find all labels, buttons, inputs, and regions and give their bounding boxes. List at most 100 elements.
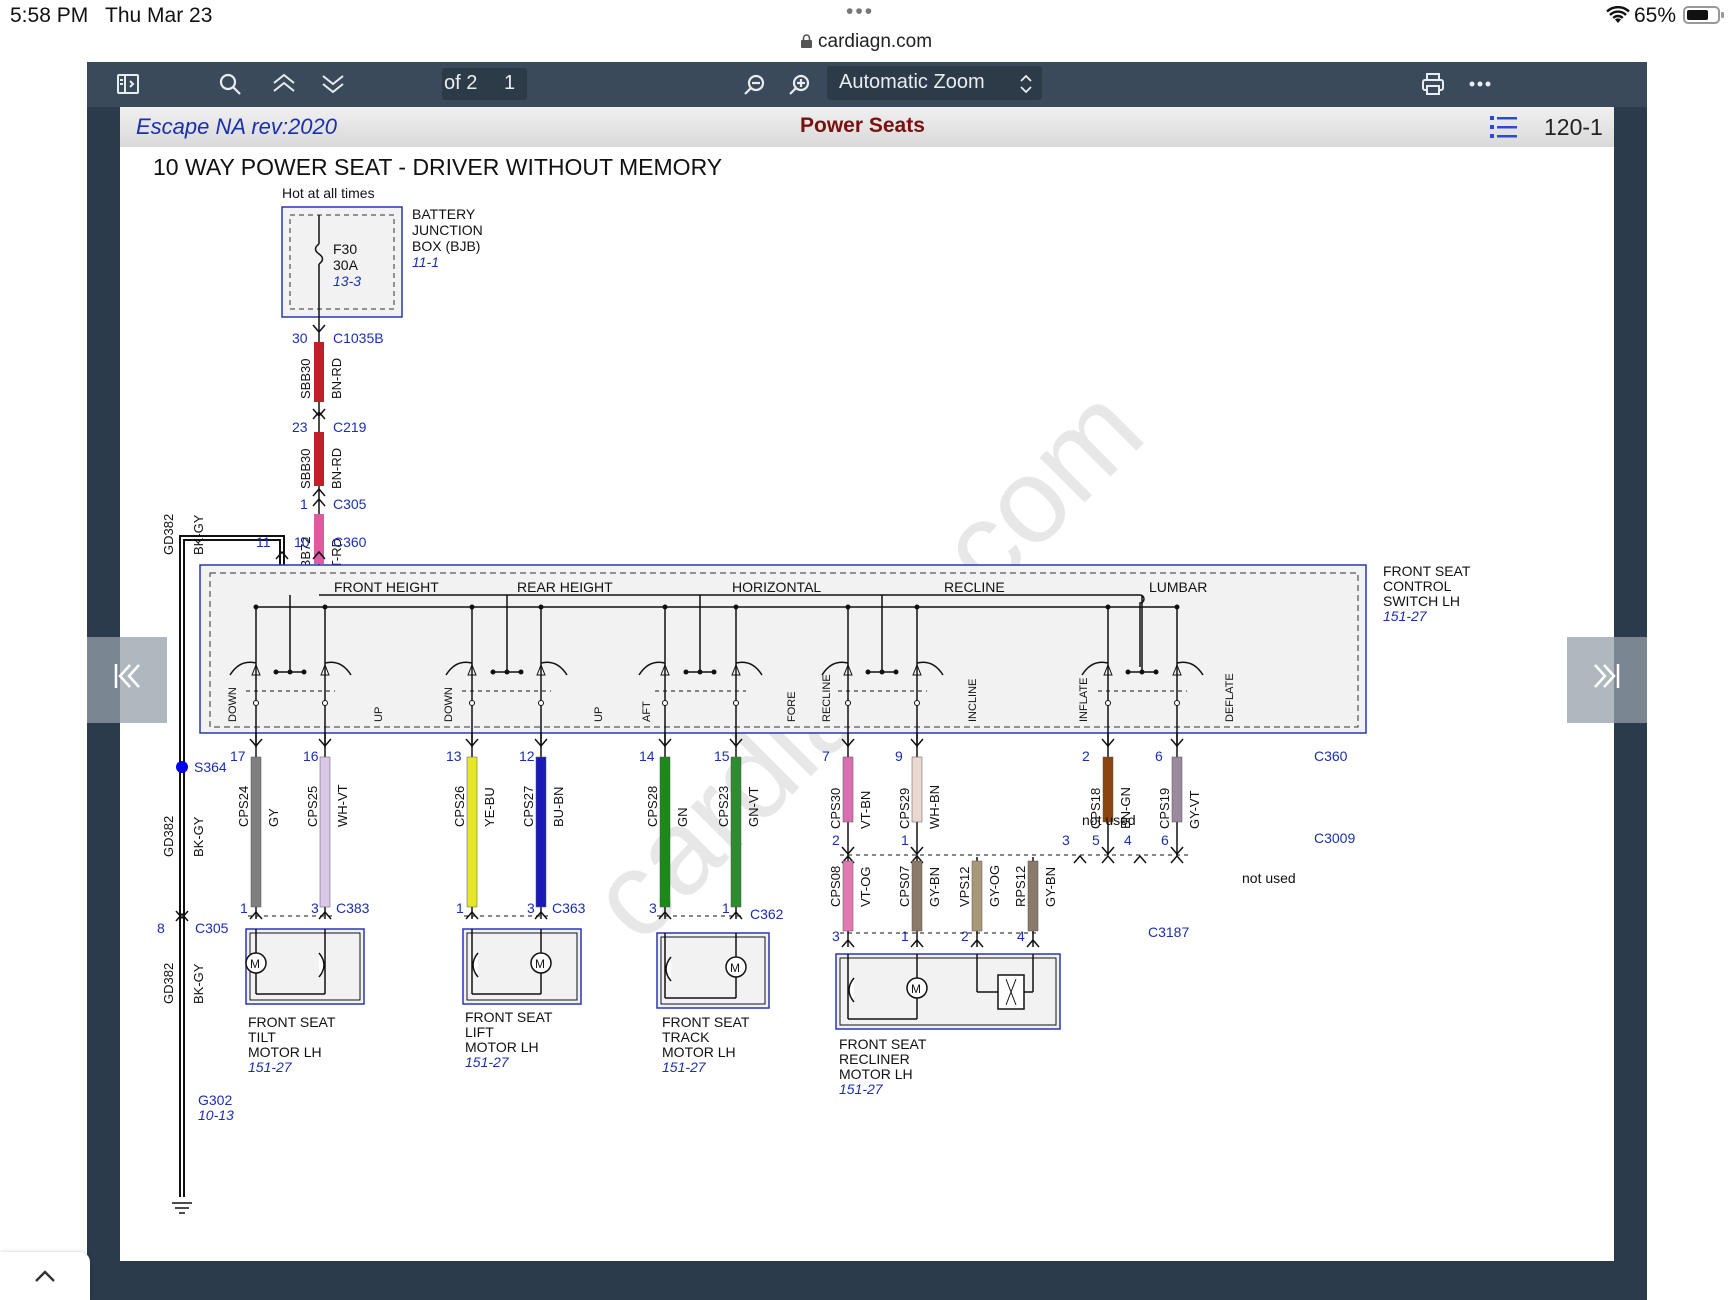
switch-contact-dot bbox=[504, 669, 510, 675]
color-gy-vt: GY-VT bbox=[1187, 790, 1202, 829]
recliner-lower-wires: CPS08 VT-OG 3 CPS07 GY-BN 1 VPS12 GY-OG 2 RPS12 GY… bbox=[828, 857, 1058, 948]
circuit-cps08: CPS08 bbox=[828, 866, 843, 907]
motor-label-3: MOTOR LH bbox=[465, 1039, 539, 1055]
switch-contact-dot bbox=[273, 669, 279, 675]
color-bn-rd-a: BN-RD bbox=[329, 358, 344, 399]
ground-ref[interactable]: 10-13 bbox=[198, 1107, 234, 1123]
switch-position-inflate: INFLATE bbox=[1078, 678, 1090, 722]
wire-rps12 bbox=[1027, 860, 1039, 932]
switch-junction bbox=[914, 700, 920, 706]
diagram-title: 10 WAY POWER SEAT - DRIVER WITHOUT MEMOR… bbox=[153, 154, 722, 180]
fuse-ref[interactable]: 13-3 bbox=[333, 273, 361, 289]
switch-contact-dot bbox=[287, 669, 293, 675]
next-page-button[interactable] bbox=[1567, 637, 1647, 723]
prev-page-button[interactable] bbox=[87, 637, 167, 723]
previous-page-icon[interactable] bbox=[271, 71, 297, 102]
motor-pin-3: 3 bbox=[649, 900, 657, 916]
c3187-pin-2: 2 bbox=[961, 928, 969, 944]
switch-ref[interactable]: 151-27 bbox=[1383, 608, 1428, 624]
c360-pin-15: 15 bbox=[714, 748, 730, 764]
circuit-cps26: CPS26 bbox=[452, 786, 467, 827]
print-icon[interactable] bbox=[1420, 71, 1446, 102]
conn-c3009: C3009 bbox=[1314, 830, 1355, 846]
switch-junction bbox=[322, 700, 328, 706]
bjb-ref[interactable]: 11-1 bbox=[412, 254, 439, 270]
pin-23: 23 bbox=[292, 419, 308, 435]
c3187-pin-3: 3 bbox=[832, 928, 840, 944]
c360-pin-13: 13 bbox=[446, 748, 462, 764]
switch-junction bbox=[845, 700, 851, 706]
switch-contact-dot bbox=[711, 669, 717, 675]
switch-position-down: DOWN bbox=[443, 687, 455, 722]
not-used-label-2: not used bbox=[1242, 870, 1296, 886]
zoom-in-icon[interactable] bbox=[787, 71, 813, 102]
conn-c3187: C3187 bbox=[1148, 924, 1189, 940]
switch-contact-dot bbox=[1153, 669, 1159, 675]
motor-box bbox=[462, 928, 582, 1005]
conn-c360-top: C360 bbox=[333, 534, 367, 550]
color-bn-rd-b: BN-RD bbox=[329, 448, 344, 489]
circuit-cps19: CPS19 bbox=[1157, 788, 1172, 829]
url-text[interactable]: cardiagn.com bbox=[818, 31, 932, 53]
switch-junction bbox=[914, 604, 920, 610]
switch-contact-dot bbox=[490, 669, 496, 675]
gnd-circuit-b: GD382 bbox=[161, 816, 176, 857]
zoom-out-icon[interactable] bbox=[742, 71, 768, 102]
double-chevron-right-icon bbox=[1592, 661, 1622, 700]
circuit-cps30: CPS30 bbox=[828, 788, 843, 829]
motor-label-3: MOTOR LH bbox=[662, 1044, 736, 1060]
switch-contact-dot bbox=[1139, 669, 1145, 675]
switch-position-up: UP bbox=[593, 707, 605, 722]
gnd-pin-8: 8 bbox=[157, 920, 165, 936]
status-bar: 5:58 PM Thu Mar 23 ••• cardiagn.com 65% bbox=[0, 0, 1733, 62]
inline-pin-6: 6 bbox=[1161, 832, 1169, 848]
inline-pin-4: 4 bbox=[1124, 832, 1132, 848]
motor-pin-3: 3 bbox=[311, 900, 319, 916]
battery-icon bbox=[1683, 5, 1725, 25]
motor-label-2: TRACK bbox=[662, 1029, 710, 1045]
color-vt-bn: VT-BN bbox=[858, 791, 873, 829]
gnd-circuit-c: GD382 bbox=[161, 963, 176, 1004]
pin-30: 30 bbox=[292, 330, 308, 346]
c3187-pin-4: 4 bbox=[1017, 928, 1025, 944]
switch-junction bbox=[538, 604, 544, 610]
chevron-updown-icon bbox=[1019, 73, 1033, 100]
conn-c360-bottom: C360 bbox=[1314, 748, 1348, 764]
next-page-icon[interactable] bbox=[320, 71, 346, 102]
pin-1-c305: 1 bbox=[300, 496, 308, 512]
more-icon[interactable] bbox=[1467, 71, 1493, 102]
circuit-cps24: CPS24 bbox=[236, 786, 251, 827]
fuse-label: F30 bbox=[333, 241, 357, 257]
motor-label-2: TILT bbox=[248, 1029, 276, 1045]
inline-pin-1: 1 bbox=[901, 832, 909, 848]
c360-pin-16: 16 bbox=[303, 748, 319, 764]
switch-junction bbox=[662, 700, 668, 706]
inline-pin-2: 2 bbox=[832, 832, 840, 848]
circuit-cps29: CPS29 bbox=[897, 788, 912, 829]
switch-junction bbox=[469, 604, 475, 610]
motor-connector-c383: C383 bbox=[336, 900, 370, 916]
color-wh-bn: WH-BN bbox=[927, 785, 942, 829]
color-ye-bu: YE-BU bbox=[482, 787, 497, 827]
wire-cps25 bbox=[319, 756, 331, 908]
conn-c219: C219 bbox=[333, 419, 367, 435]
sidebar-toggle-icon[interactable] bbox=[115, 71, 141, 102]
switch-junction bbox=[845, 604, 851, 610]
bjb-line2: JUNCTION bbox=[412, 222, 483, 238]
color-vt-og: VT-OG bbox=[858, 867, 873, 907]
color-gy-og: GY-OG bbox=[987, 865, 1002, 907]
wire-cps08 bbox=[842, 860, 854, 932]
tab-dots[interactable]: ••• bbox=[846, 0, 874, 24]
feed-connector-c305: 1 C305 SBB72 VT-RD bbox=[298, 487, 367, 577]
chevron-up-icon bbox=[33, 1268, 57, 1289]
search-icon[interactable] bbox=[217, 71, 243, 102]
switch-junction bbox=[1174, 700, 1180, 706]
switch-line1: FRONT SEAT bbox=[1383, 563, 1471, 579]
switch-position-down: DOWN bbox=[227, 687, 239, 722]
switch-group-horizontal: HORIZONTAL bbox=[732, 579, 821, 595]
motor-symbol-label: M bbox=[535, 957, 545, 971]
collapse-tab[interactable] bbox=[0, 1252, 90, 1300]
switch-position-fore: FORE bbox=[786, 691, 798, 722]
switch-position-recline: RECLINE bbox=[821, 674, 833, 722]
zoom-select[interactable]: Automatic Zoom bbox=[827, 66, 1042, 100]
